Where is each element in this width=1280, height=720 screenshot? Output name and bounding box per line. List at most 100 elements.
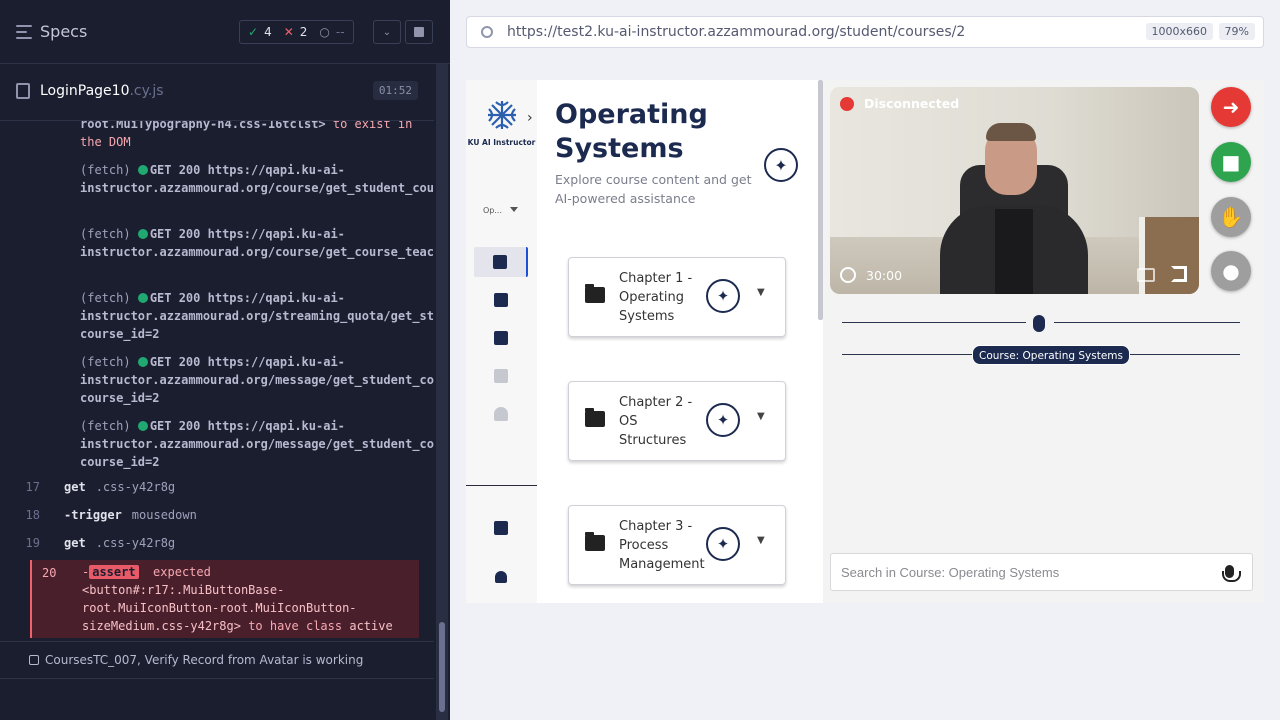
quiz-icon (494, 293, 508, 307)
fullscreen-icon[interactable] (1171, 266, 1187, 282)
chevron-right-icon[interactable]: › (527, 110, 533, 126)
chapter-ai-button[interactable]: ✦ (706, 403, 740, 437)
spec-file-header[interactable]: LoginPage10.cy.js 01:52 (0, 74, 434, 108)
sidebar-item-quiz[interactable] (474, 285, 528, 315)
assert-badge: assert (89, 565, 139, 579)
fetch-log-entry[interactable]: (fetch) GET 200 https://qapi.ku-ai-instr… (80, 225, 434, 261)
globe-icon (481, 26, 493, 38)
sidebar-item-book[interactable] (474, 247, 528, 277)
chevron-down-icon[interactable]: ▼ (757, 411, 765, 422)
chevron-down-icon[interactable]: ▼ (757, 287, 765, 298)
command-name: get (64, 536, 86, 550)
zoom-level: 79% (1218, 23, 1255, 40)
fetch-url: https://qapi.ku-ai-instructor.azzammoura… (80, 355, 434, 405)
record-dot-icon (840, 96, 854, 111)
page-subtitle: Explore course content and get AI-powere… (555, 172, 752, 206)
end-session-button[interactable]: ➜ (1211, 87, 1251, 127)
chevron-down-icon[interactable]: ▼ (757, 535, 765, 546)
microphone-icon[interactable] (1222, 565, 1241, 582)
test-title-row[interactable]: CoursesTC_007, Verify Record from Avatar… (0, 641, 434, 679)
chapter-label: Chapter 3 - Process Management (619, 519, 705, 572)
dropdown-button[interactable]: ⌄ (373, 20, 401, 44)
fetch-prefix: (fetch) (80, 419, 131, 433)
viewport-size: 1000x660 (1145, 23, 1213, 40)
fetch-method: GET 200 (149, 163, 201, 177)
fetch-log-entry[interactable]: (fetch) GET 200 https://qapi.ku-ai-instr… (80, 417, 434, 471)
arrow-right-icon: ➜ (1222, 95, 1240, 119)
scrollbar-thumb[interactable] (439, 622, 445, 712)
logo-text: KU AI Instructor (467, 138, 536, 147)
raise-hand-button[interactable]: ✋ (1211, 197, 1251, 237)
slider-handle[interactable] (1033, 315, 1045, 332)
fetch-method: GET 200 (149, 291, 201, 305)
search-input[interactable] (841, 564, 1201, 580)
chapter-ai-button[interactable]: ✦ (706, 279, 740, 313)
specs-title[interactable]: Specs (40, 22, 87, 41)
connection-status: Disconnected (840, 96, 959, 111)
course-select[interactable]: Op... (483, 206, 519, 215)
microphone-button[interactable]: ● (1211, 251, 1251, 291)
divider (466, 485, 537, 486)
status-dot-icon (137, 357, 148, 367)
failed-assertion[interactable]: 20 - assert expected <button#:r17:.MuiBut… (30, 560, 419, 638)
file-name-text: LoginPage10 (40, 83, 130, 99)
fetch-prefix: (fetch) (80, 291, 131, 305)
chapter-ai-button[interactable]: ✦ (706, 527, 740, 561)
sidebar-item-assignment[interactable] (474, 323, 528, 353)
fetch-log-entry[interactable]: (fetch) GET 200 https://qapi.ku-ai-instr… (80, 353, 434, 407)
headset-icon (494, 407, 508, 421)
sidebar-item-support[interactable] (474, 399, 528, 429)
command-row[interactable]: 17 get .css-y42r8g (0, 473, 434, 501)
fetch-url: https://qapi.ku-ai-instructor.azzammoura… (80, 419, 434, 469)
assignment-check-icon (494, 331, 508, 345)
command-row[interactable]: 19 get .css-y42r8g (0, 529, 434, 557)
sidebar-item-profile[interactable] (474, 562, 528, 592)
ai-sparkle-button[interactable]: ✦ (764, 148, 798, 182)
chapter-card[interactable]: Chapter 2 - OS Structures ✦ ▼ (568, 381, 786, 461)
page-title: Operating Systems (555, 99, 708, 164)
url-text: https://test2.ku-ai-instructor.azzammour… (507, 24, 966, 40)
pending-count: -- (335, 25, 345, 39)
fetch-log-entry[interactable]: (fetch) GET 200 https://qapi.ku-ai-instr… (80, 161, 434, 197)
scrollbar[interactable] (436, 64, 448, 720)
assert-class: active (349, 619, 393, 633)
assert-text: to have class (248, 619, 343, 633)
command-arg: .css-y42r8g (95, 480, 176, 494)
book-icon (493, 255, 507, 269)
sidebar-item-feedback[interactable] (474, 513, 528, 543)
session-timer: 30:00 (840, 267, 902, 283)
status-dot-icon (137, 293, 148, 303)
spec-duration: 01:52 (372, 81, 418, 100)
pending-icon: ○ (319, 25, 330, 39)
chapter-label: Chapter 2 - OS Structures (619, 395, 693, 448)
video-button[interactable]: ■ (1211, 142, 1251, 182)
stop-icon (414, 27, 424, 37)
sidebar-item-clipboard[interactable] (474, 361, 528, 391)
fetch-log-entry[interactable]: (fetch) GET 200 https://qapi.ku-ai-instr… (80, 289, 434, 343)
fetch-prefix: (fetch) (80, 227, 131, 241)
app-preview-panel: https://test2.ku-ai-instructor.azzammour… (450, 0, 1280, 720)
command-row[interactable]: 18 -trigger mousedown (0, 501, 434, 529)
assert-expected: expected (153, 565, 211, 579)
status-dot-icon (137, 165, 148, 175)
spec-file-name: LoginPage10.cy.js (40, 83, 164, 99)
captions-off-icon[interactable] (1137, 268, 1155, 282)
command-log: root.MuiTypography-h4.css-16tclst> to ex… (0, 121, 434, 641)
sparkle-icon: ✦ (716, 535, 730, 553)
command-arg: .css-y42r8g (95, 536, 176, 550)
microphone-icon: ● (1222, 259, 1240, 283)
status-dot-icon (137, 421, 148, 431)
partial-text-2: the DOM (80, 135, 131, 149)
course-search[interactable] (830, 553, 1253, 591)
file-icon (16, 83, 30, 99)
command-number: 20 (42, 566, 57, 580)
chapter-card[interactable]: Chapter 3 - Process Management ✦ ▼ (568, 505, 786, 585)
url-bar[interactable]: https://test2.ku-ai-instructor.azzammour… (466, 16, 1264, 48)
command-number: 19 (25, 536, 40, 550)
stop-button[interactable] (405, 20, 433, 44)
chapter-card[interactable]: Chapter 1 - Operating Systems ✦ ▼ (568, 257, 786, 337)
test-stats: ✓ 4 ✕ 2 ○ -- (239, 20, 354, 44)
menu-icon[interactable] (16, 24, 32, 39)
feedback-icon (494, 521, 508, 535)
avatar-panel: Disconnected 30:00 ➜ ■ ✋ ● Course: Opera… (823, 80, 1264, 603)
